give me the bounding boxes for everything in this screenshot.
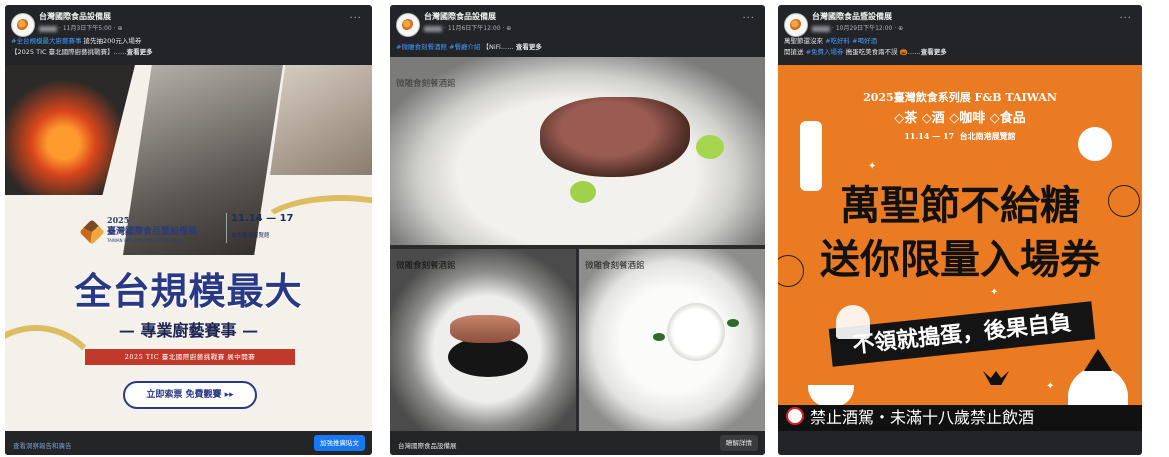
meat-dish (540, 97, 690, 177)
restaurant-logo: 微雕食刻餐酒館 (396, 261, 456, 271)
expo-categories: ◇茶 ◇酒 ◇咖啡 ◇食品 (894, 111, 1026, 126)
ad-headline: 全台規模最大 (74, 269, 303, 313)
ad-subheadline: — 專業廚藝賽事 — (118, 321, 259, 340)
page-avatar[interactable] (396, 13, 420, 37)
warning-text: 禁止酒駕・未滿十八歲禁止飲酒 (810, 408, 1035, 427)
see-more-link[interactable]: 查看更多 (921, 48, 947, 56)
caption-text: 【2025 TIC 臺北國際廚藝挑戰賽】…… (11, 48, 127, 56)
learn-more-button[interactable]: 瞭解詳情 (720, 435, 758, 451)
post-meta: · 11月3日下午5:00 · ⊕ (39, 23, 123, 32)
page-name-footer[interactable]: 台灣國際食品設備展 (398, 440, 457, 450)
expo-name-en: TAIWAN INT'L FOOD INDUSTRY SHOW (107, 238, 182, 243)
ad-headline: 萬聖節不給糖 (840, 182, 1080, 229)
blurred-author (39, 25, 57, 32)
gold-swirl-decoration (255, 195, 372, 267)
event-banner: 2025 TIC 臺北國際廚藝挑戰賽 展中開賽 (85, 349, 295, 365)
garnish (570, 181, 596, 203)
page-name[interactable]: 台灣國際食品設備展 (424, 11, 496, 22)
blurred-author (424, 25, 442, 32)
bottle-icon (800, 121, 822, 191)
post-time[interactable]: · 11月6日下午12:00 · ⊕ (444, 25, 511, 32)
see-more-link[interactable]: 查看更多 (127, 48, 153, 56)
expo-date: 11.14 — 17 (904, 131, 955, 141)
post-footer: 台灣國際食品設備展 瞭解詳情 (390, 431, 765, 455)
caption-text: 開搶送 (784, 48, 806, 56)
witch-hat-icon (1084, 349, 1112, 371)
restaurant-logo: 微雕食刻餐酒館 (585, 261, 645, 271)
caption-text: 【NiFi…… (480, 43, 514, 51)
white-dessert (667, 303, 725, 361)
ticket-cta: 立即索票 免費觀賽 ▸▸ (123, 381, 257, 409)
page-avatar[interactable] (784, 13, 808, 37)
star-icon: ✦ (1046, 381, 1055, 392)
expo-brand: 2025 臺灣國際食品暨設備展 TAIWAN INT'L FOOD INDUST… (79, 215, 227, 249)
dish-photo-fish: 微雕食刻餐酒館 (390, 249, 576, 431)
insights-link[interactable]: 查看洞察報告和廣告 (13, 440, 72, 450)
expo-logo-icon (79, 219, 105, 245)
herb-leaf (727, 319, 739, 327)
divider (226, 213, 227, 243)
post-image[interactable]: 2025臺灣飲食系列展 F&B TAIWAN ◇茶 ◇酒 ◇咖啡 ◇食品 11.… (778, 65, 1142, 431)
post-card-3: 台灣國際食品暨設備展 · 10月29日下午12:00 · ⊕ ··· 萬聖節還沒… (778, 5, 1142, 455)
drinking-warning: 禁止酒駕・未滿十八歲禁止飲酒 (778, 405, 1142, 431)
fish-fillet (450, 315, 520, 343)
post-caption-line: #微雕食刻餐酒館 #餐廳介紹 【NiFi…… 查看更多 (396, 41, 759, 51)
post-caption-line: 萬聖節還沒來 #吃好料 #喝好酒 (784, 35, 1136, 45)
post-footer: 查看洞察報告和廣告 加強推廣貼文 (5, 431, 372, 455)
blurred-author (812, 25, 830, 32)
herb-leaf (653, 333, 665, 341)
hashtag-link[interactable]: #吃好料 #喝好酒 (825, 37, 877, 45)
see-more-link[interactable]: 查看更多 (516, 43, 542, 51)
page-name[interactable]: 台灣國際食品設備展 (39, 11, 111, 22)
spider-web-icon (1108, 185, 1140, 217)
dessert-photo (270, 65, 372, 175)
wine-glass-icon (836, 305, 870, 339)
ad-subheadline: 送你限量入場券 (820, 236, 1100, 283)
teapot-icon (1078, 127, 1112, 161)
star-icon: ✦ (868, 161, 877, 172)
caption-text: 搶先抽200元入場券 (81, 37, 142, 45)
star-icon: ✦ (990, 287, 999, 298)
expo-name: 臺灣國際食品暨設備展 (107, 227, 198, 237)
dish-photo-main: 微雕食刻餐酒館 (390, 57, 765, 245)
post-meta: · 10月29日下午12:00 · ⊕ (812, 23, 903, 32)
post-card-1: 台灣國際食品設備展 · 11月3日下午5:00 · ⊕ ··· #全台規模最大廚… (5, 5, 372, 455)
hashtag-link[interactable]: #全台規模最大廚藝賽事 (11, 37, 81, 45)
expo-title: 2025臺灣飲食系列展 F&B TAIWAN (863, 91, 1057, 104)
post-time[interactable]: · 10月29日下午12:00 · ⊕ (832, 25, 903, 32)
dish-photo-dessert: 微雕食刻餐酒館 (579, 249, 765, 431)
hashtag-link[interactable]: #免費入場券 (806, 48, 844, 56)
more-options-icon[interactable]: ··· (349, 13, 362, 24)
caption-text: 萬聖節還沒來 (784, 37, 826, 45)
post-meta: · 11月6日下午12:00 · ⊕ (424, 23, 511, 32)
more-options-icon[interactable]: ··· (742, 13, 755, 24)
expo-venue: 台北南港展覽館 (959, 131, 1016, 141)
squid-ink-rice (448, 337, 528, 377)
boost-post-button[interactable]: 加強推廣貼文 (314, 435, 365, 451)
post-time[interactable]: · 11月3日下午5:00 · ⊕ (59, 25, 123, 32)
bat-icon (983, 371, 1009, 385)
hashtag-link[interactable]: #微雕食刻餐酒館 #餐廳介紹 (396, 43, 480, 51)
page-name[interactable]: 台灣國際食品暨設備展 (812, 11, 892, 22)
prohibited-icon (786, 407, 804, 425)
post-image[interactable]: 2025 臺灣國際食品暨設備展 TAIWAN INT'L FOOD INDUST… (5, 65, 372, 431)
restaurant-logo: 微雕食刻餐酒館 (396, 79, 456, 89)
caption-text: 搗蛋吃美食兩不誤 🎃…… (843, 48, 921, 56)
post-image[interactable]: 微雕食刻餐酒館 微雕食刻餐酒館 微雕食刻餐酒館 (390, 57, 765, 431)
page-avatar[interactable] (11, 13, 35, 37)
expo-date: 11.14 — 17 (231, 213, 294, 224)
expo-venue: 台北南港展覽館 (231, 233, 270, 239)
post-caption-line: #全台規模最大廚藝賽事 搶先抽200元入場券 (11, 35, 366, 45)
more-options-icon[interactable]: ··· (1119, 13, 1132, 24)
post-caption-line: 【2025 TIC 臺北國際廚藝挑戰賽】……查看更多 (11, 46, 366, 56)
garnish (696, 135, 724, 159)
chef-flame-photo (5, 65, 135, 195)
coffee-cup-icon (808, 385, 854, 407)
post-card-2: 台灣國際食品設備展 · 11月6日下午12:00 · ⊕ ··· #微雕食刻餐酒… (390, 5, 765, 455)
post-caption-line: 開搶送 #免費入場券 搗蛋吃美食兩不誤 🎃……查看更多 (784, 46, 1136, 56)
